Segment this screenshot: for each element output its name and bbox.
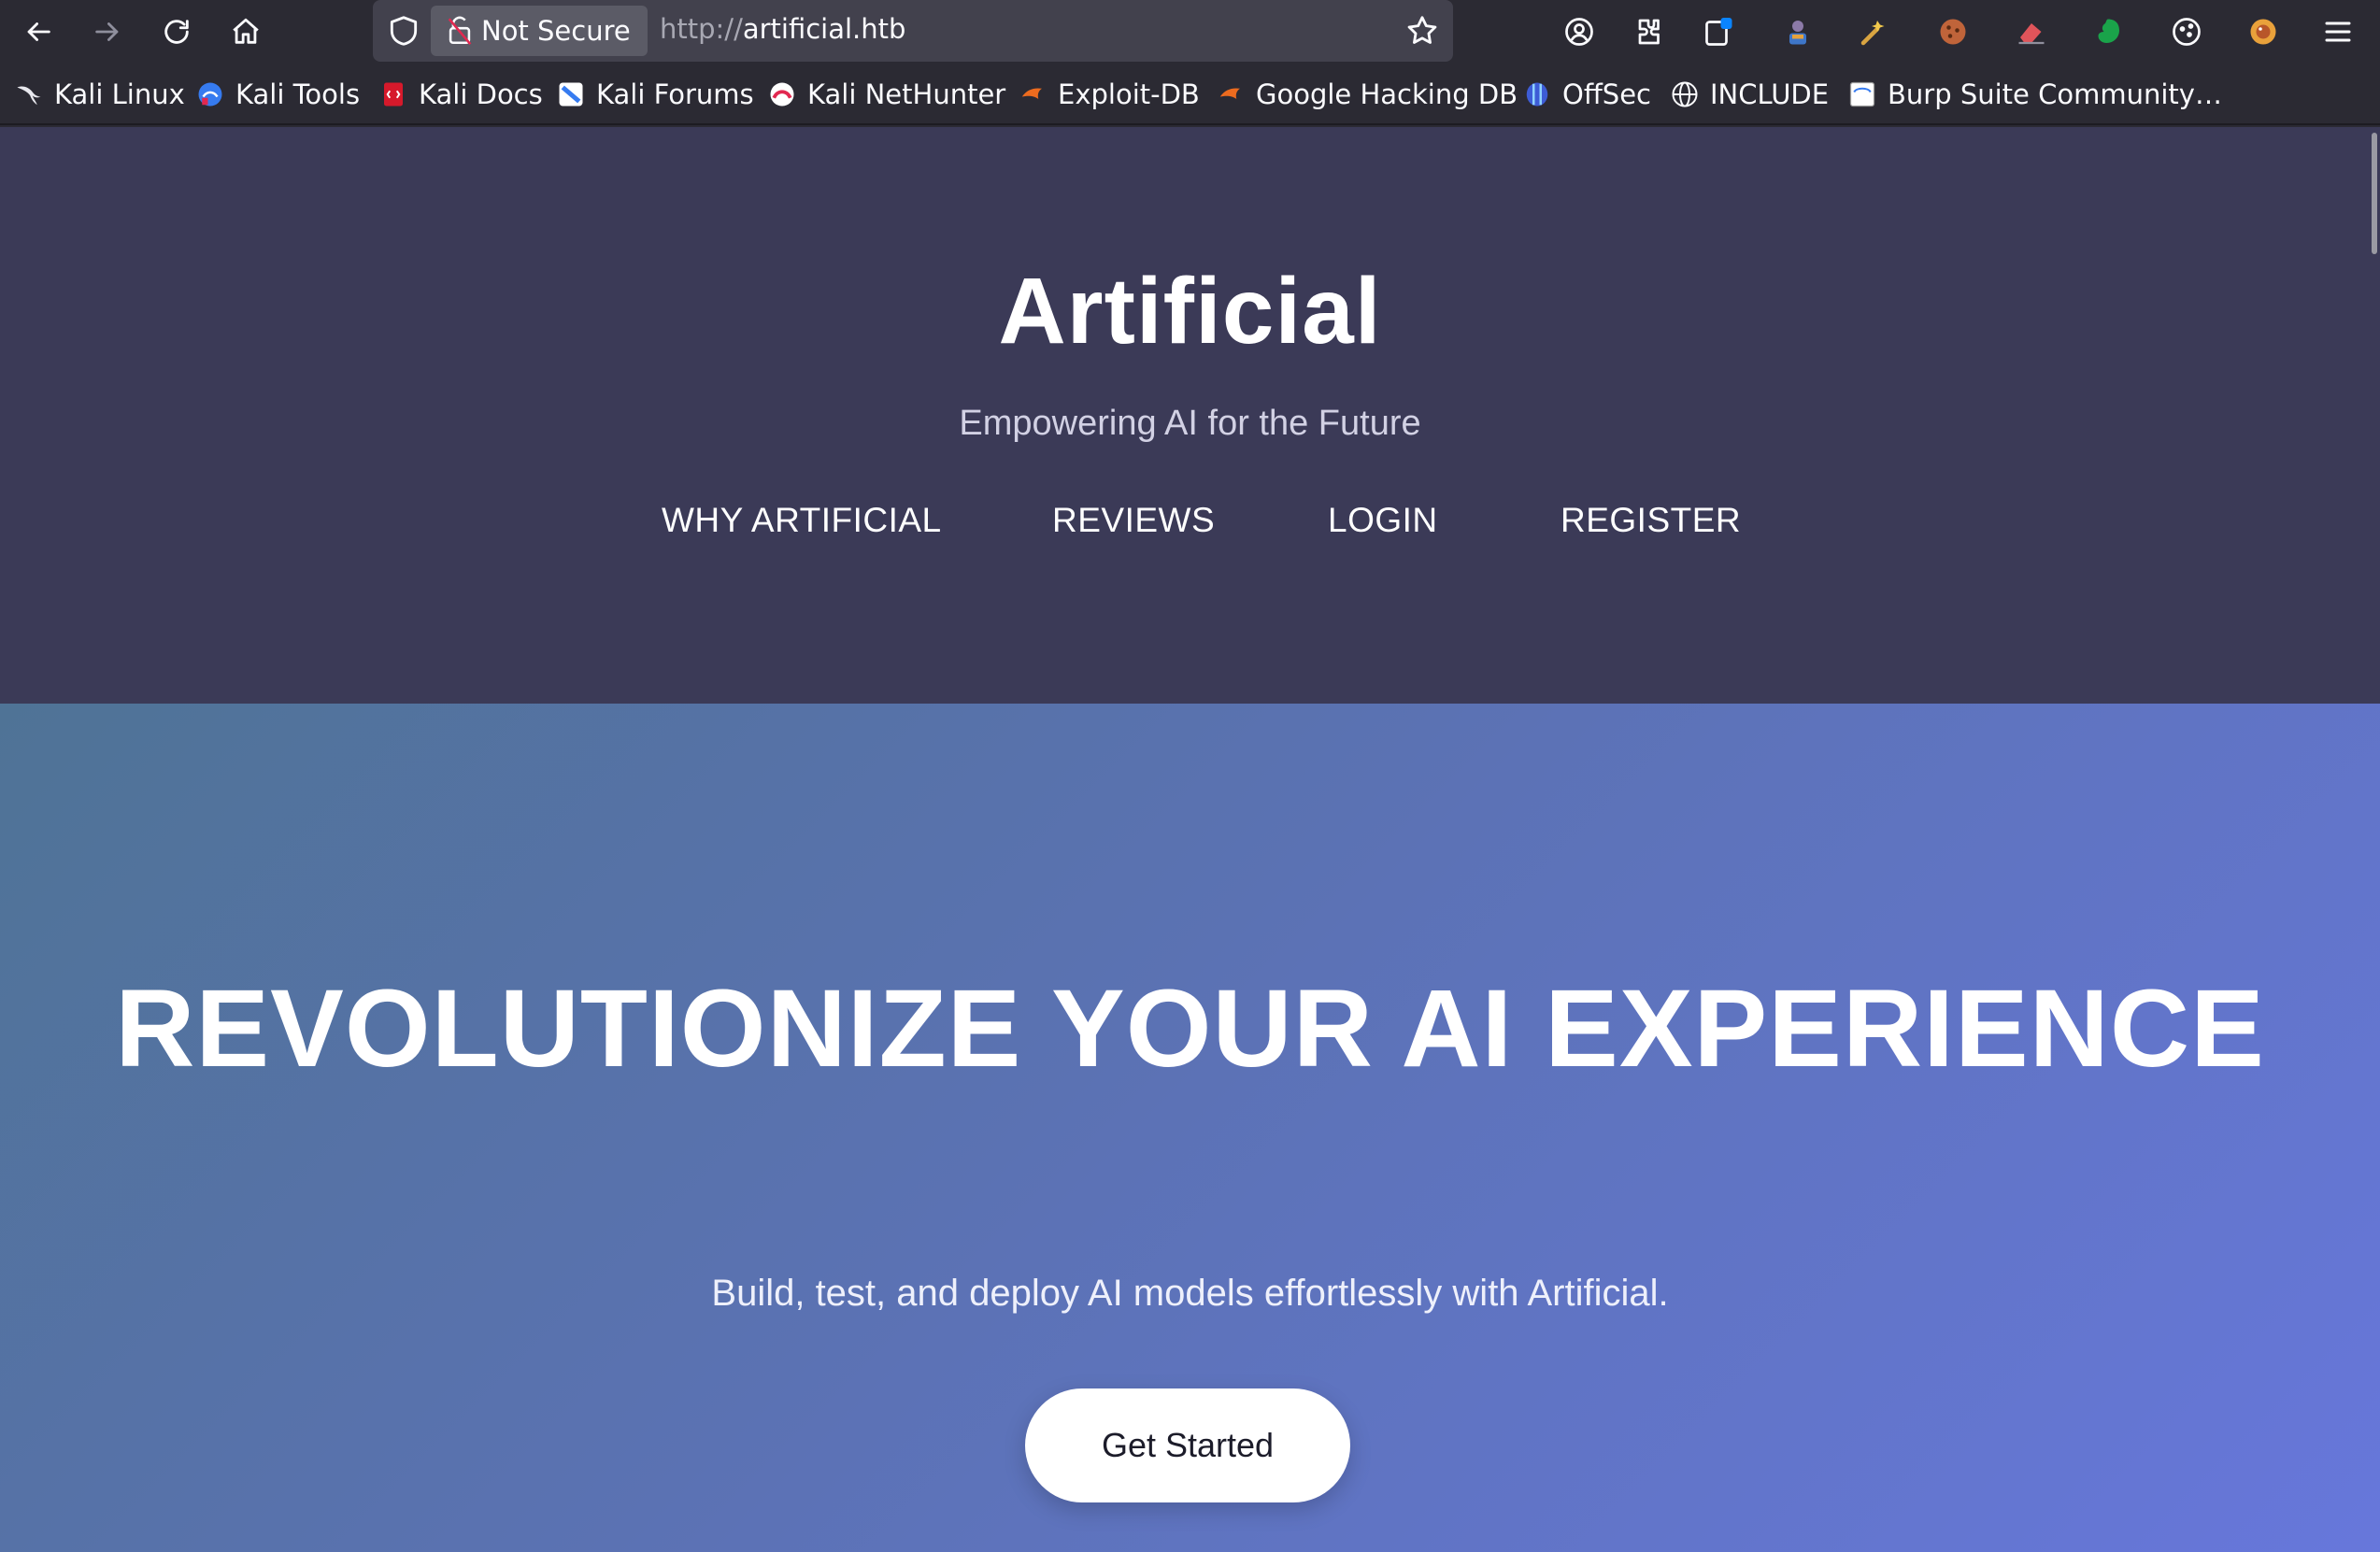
extension-button-3[interactable] [1854, 11, 1895, 52]
hero-subtitle: Build, test, and deploy AI models effort… [711, 1273, 1669, 1314]
back-button[interactable] [15, 9, 62, 54]
forward-icon [95, 22, 119, 41]
bookmark-offsec[interactable]: OffSec [1523, 73, 1651, 116]
url-host: artificial.htb [742, 13, 906, 45]
bookmark-label: Google Hacking DB [1256, 78, 1518, 110]
url-scheme: http:// [660, 13, 743, 45]
extension-button-6[interactable] [2088, 11, 2129, 52]
hero-section: REVOLUTIONIZE YOUR AI EXPERIENCE Build, … [0, 704, 2380, 1552]
bookmarks-toolbar: Kali Linux Kali Tools Kali Docs Kali For… [0, 64, 2380, 125]
green-extension-icon [2098, 19, 2119, 43]
hero-title: REVOLUTIONIZE YOUR AI EXPERIENCE [115, 967, 2265, 1090]
extension-button-1[interactable] [1699, 11, 1740, 52]
main-nav: WHY ARTIFICIAL REVIEWS LOGIN REGISTER [0, 501, 2380, 557]
browser-toolbar: Not Secure http://artificial.htb [0, 0, 2380, 64]
page-scrollbar[interactable] [2367, 127, 2380, 1552]
spy-extension-icon [1789, 21, 1806, 45]
bookmark-label: Kali Linux [54, 78, 185, 110]
kali-nethunter-icon [770, 82, 794, 107]
bookmark-label: INCLUDE [1710, 78, 1830, 110]
reload-icon [164, 20, 189, 44]
bookmark-google-hacking-db[interactable]: Google Hacking DB [1217, 73, 1518, 116]
container-tabs-icon [1705, 18, 1732, 46]
eraser-icon [2018, 23, 2045, 45]
account-icon [1565, 18, 1593, 46]
extensions-button[interactable] [1628, 11, 1669, 52]
bookmark-exploit-db[interactable]: Exploit-DB [1019, 73, 1200, 116]
back-icon [27, 22, 50, 41]
site-title: Artificial [998, 259, 1382, 363]
account-button[interactable] [1559, 11, 1600, 52]
bookmark-kali-docs[interactable]: Kali Docs [379, 73, 543, 116]
exploit-db-icon [1021, 88, 1042, 99]
reload-button[interactable] [153, 9, 200, 54]
bookmark-include[interactable]: INCLUDE [1671, 73, 1829, 116]
extension-button-2[interactable] [1777, 11, 1818, 52]
cookie-outline-icon [2173, 18, 2201, 46]
broken-lock-icon [448, 16, 472, 45]
url-bar[interactable]: Not Secure http://artificial.htb [373, 0, 1453, 62]
globe-icon [1672, 81, 1698, 107]
nav-link-login[interactable]: LOGIN [1328, 501, 1438, 540]
menu-button[interactable] [2317, 11, 2359, 52]
site-header: Artificial Empowering AI for the Future … [0, 127, 2380, 704]
forward-button[interactable] [84, 9, 131, 54]
nav-link-why-artificial[interactable]: WHY ARTIFICIAL [662, 501, 942, 540]
wand-extension-icon [1860, 21, 1885, 46]
nav-link-reviews[interactable]: REVIEWS [1052, 501, 1215, 540]
extension-button-5[interactable] [2011, 11, 2052, 52]
extension-button-7[interactable] [2166, 11, 2207, 52]
kali-docs-icon [384, 82, 403, 107]
extension-button-8[interactable] [2243, 11, 2284, 52]
bookmark-label: Exploit-DB [1058, 78, 1200, 110]
fox-cookie-icon [2250, 19, 2276, 45]
scrollbar-thumb[interactable] [2372, 133, 2377, 254]
bookmark-kali-nethunter[interactable]: Kali NetHunter [768, 73, 1005, 116]
bookmark-label: Kali Tools [235, 78, 361, 110]
kali-tools-icon [198, 82, 222, 107]
get-started-button[interactable]: Get Started [1025, 1388, 1350, 1502]
bookmark-label: Kali Docs [419, 78, 543, 110]
burp-suite-icon [1849, 81, 1875, 107]
bookmark-label: Burp Suite Community… [1888, 78, 2222, 110]
security-label: Not Secure [481, 15, 631, 47]
bookmark-star-icon[interactable] [1404, 13, 1440, 49]
web-page: Artificial Empowering AI for the Future … [0, 127, 2380, 1552]
cookie-icon [1940, 19, 1966, 45]
not-secure-badge[interactable]: Not Secure [431, 6, 648, 56]
home-icon [233, 18, 259, 44]
bookmark-label: OffSec [1562, 78, 1652, 110]
bookmark-kali-linux[interactable]: Kali Linux [15, 73, 185, 116]
extensions-icon [1638, 19, 1660, 45]
site-tagline: Empowering AI for the Future [959, 404, 1421, 443]
bookmark-kali-forums[interactable]: Kali Forums [557, 73, 754, 116]
menu-icon [2325, 21, 2351, 42]
bookmark-label: Kali NetHunter [807, 78, 1006, 110]
offsec-icon [1526, 82, 1548, 107]
kali-dragon-icon [17, 86, 41, 106]
home-button[interactable] [222, 9, 269, 54]
bookmark-kali-tools[interactable]: Kali Tools [196, 73, 360, 116]
extension-button-4[interactable] [1932, 11, 1974, 52]
ghdb-icon [1219, 88, 1240, 99]
shield-icon[interactable] [386, 13, 421, 49]
bookmark-label: Kali Forums [596, 78, 754, 110]
url-text[interactable]: http://artificial.htb [660, 13, 905, 45]
nav-link-register[interactable]: REGISTER [1561, 501, 1741, 540]
bookmark-burp-suite[interactable]: Burp Suite Community… [1848, 73, 2222, 116]
kali-forums-icon [559, 82, 583, 107]
